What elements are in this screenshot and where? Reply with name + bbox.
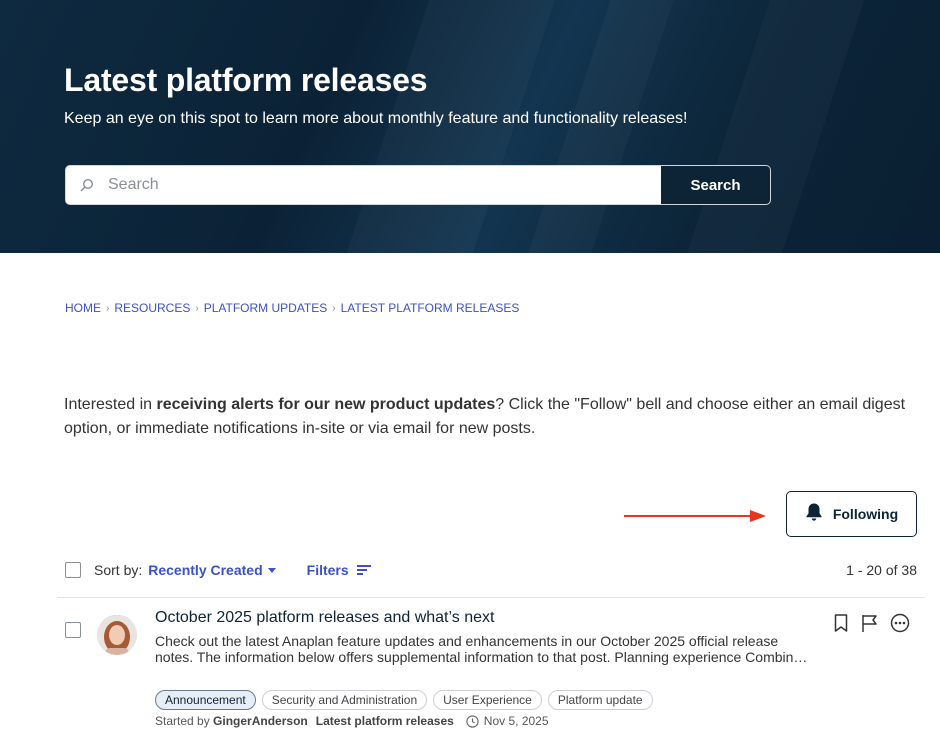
intro-bold: receiving alerts for our new product upd… (156, 396, 496, 413)
post-checkbox[interactable] (65, 622, 81, 638)
breadcrumb-separator-icon: › (106, 302, 110, 314)
sort-dropdown[interactable]: Recently Created (148, 562, 276, 578)
tag-platform-update[interactable]: Platform update (547, 690, 653, 710)
sort-by-label: Sort by: (94, 562, 143, 578)
following-button[interactable]: Following (786, 491, 917, 537)
search-input[interactable] (108, 166, 660, 204)
page-subtitle: Keep an eye on this spot to learn more a… (64, 110, 688, 127)
post-tags: Announcement Security and Administration… (155, 690, 653, 710)
flag-icon[interactable] (860, 613, 880, 633)
bell-icon (805, 502, 823, 527)
post-date-text: Nov 5, 2025 (483, 714, 549, 728)
caret-down-icon (267, 567, 276, 573)
list-toolbar: Sort by: Recently Created Filters 1 - 20… (65, 560, 917, 580)
tag-security-administration[interactable]: Security and Administration (261, 690, 428, 710)
post-board[interactable]: Latest platform releases (316, 714, 454, 728)
bookmark-icon[interactable] (832, 613, 850, 633)
tag-user-experience[interactable]: User Experience (433, 690, 542, 710)
post-actions (832, 613, 910, 633)
filter-lines-icon (356, 565, 371, 575)
post-meta: Started by GingerAnderson Latest platfor… (155, 714, 549, 728)
results-count: 1 - 20 of 38 (846, 562, 917, 578)
red-arrow-icon (624, 510, 766, 522)
sort-value: Recently Created (148, 562, 263, 578)
more-options-icon[interactable] (890, 613, 910, 633)
filters-button[interactable]: Filters (307, 562, 371, 578)
select-all-checkbox[interactable] (65, 562, 81, 578)
breadcrumb-home[interactable]: HOME (65, 301, 101, 315)
following-label: Following (832, 506, 899, 522)
post-author[interactable]: GingerAnderson (213, 714, 308, 728)
post-excerpt: Check out the latest Anaplan feature upd… (155, 633, 808, 665)
intro-before: Interested in (64, 396, 157, 413)
breadcrumb-resources[interactable]: RESOURCES (114, 301, 190, 315)
search-bar: Search (65, 165, 771, 205)
page-title: Latest platform releases (64, 62, 428, 98)
intro-text: Interested in receiving alerts for our n… (64, 393, 914, 441)
filters-label: Filters (306, 562, 349, 578)
breadcrumb-latest-platform-releases[interactable]: LATEST PLATFORM RELEASES (341, 301, 520, 315)
clock-icon (466, 714, 479, 728)
hero-banner: Latest platform releases Keep an eye on … (0, 0, 940, 253)
breadcrumb-platform-updates[interactable]: PLATFORM UPDATES (204, 301, 328, 315)
hero-decoration (660, 0, 869, 253)
search-button[interactable]: Search (660, 166, 770, 204)
search-icon (66, 166, 108, 204)
post-date: Nov 5, 2025 (466, 714, 549, 728)
started-by-label: Started by (155, 714, 210, 728)
breadcrumb-separator-icon: › (195, 302, 199, 314)
divider (57, 597, 925, 598)
breadcrumb: HOME › RESOURCES › PLATFORM UPDATES › LA… (65, 301, 519, 315)
tag-announcement[interactable]: Announcement (155, 690, 256, 710)
breadcrumb-separator-icon: › (332, 302, 336, 314)
post-title-link[interactable]: October 2025 platform releases and what’… (155, 609, 494, 627)
avatar[interactable] (97, 615, 137, 655)
